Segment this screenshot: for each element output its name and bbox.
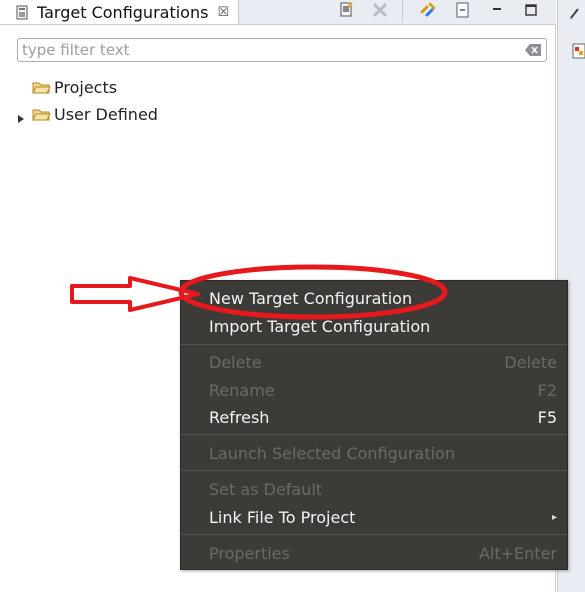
view-tab-bar: Target Configurations ☒ — [0, 0, 556, 25]
menu-item-refresh[interactable]: Refresh F5 — [181, 405, 567, 429]
toolbar-separator — [402, 0, 403, 22]
tree-item-label: Projects — [54, 77, 118, 97]
menu-separator — [181, 344, 567, 345]
trim-pencil-icon[interactable] — [568, 6, 582, 26]
menu-item-launch-selected-configuration[interactable]: Launch Selected Configuration — [181, 441, 567, 465]
menu-item-link-file-to-project[interactable]: Link File To Project ▸ — [181, 505, 567, 529]
menu-item-label: New Target Configuration — [209, 288, 413, 308]
tree-item-user-defined[interactable]: User Defined — [16, 103, 158, 125]
menu-item-rename[interactable]: Rename F2 — [181, 378, 567, 402]
menu-item-label: Set as Default — [209, 479, 323, 499]
context-menu: New Target Configuration Import Target C… — [180, 280, 568, 570]
menu-item-import-target-configuration[interactable]: Import Target Configuration — [181, 314, 567, 338]
filter-box — [17, 38, 547, 62]
menu-item-new-target-configuration[interactable]: New Target Configuration — [181, 286, 567, 310]
menu-separator — [181, 534, 567, 535]
menu-item-label: Delete — [209, 352, 262, 372]
menu-item-label: Launch Selected Configuration — [209, 443, 455, 463]
minimize-icon[interactable] — [487, 0, 507, 20]
menu-item-accelerator: Delete — [504, 352, 557, 372]
filter-input[interactable] — [22, 41, 512, 59]
maximize-icon[interactable] — [521, 0, 541, 20]
menu-item-accelerator: F5 — [537, 407, 557, 427]
menu-item-properties[interactable]: Properties Alt+Enter — [181, 541, 567, 565]
target-config-icon — [15, 5, 29, 20]
menu-item-accelerator: F2 — [537, 380, 557, 400]
folder-icon — [32, 80, 51, 95]
folder-icon — [32, 107, 51, 122]
menu-item-set-as-default[interactable]: Set as Default — [181, 477, 567, 501]
tree-item-projects[interactable]: Projects — [16, 76, 117, 98]
menu-item-label: Link File To Project — [209, 507, 356, 527]
menu-separator — [181, 434, 567, 435]
clear-filter-icon[interactable] — [524, 42, 542, 58]
expand-arrow-icon[interactable] — [16, 109, 26, 123]
menu-item-label: Import Target Configuration — [209, 316, 431, 336]
menu-item-label: Properties — [209, 543, 290, 563]
link-editor-icon[interactable] — [418, 0, 438, 20]
twisty-empty — [16, 82, 26, 92]
view-title: Target Configurations — [37, 2, 209, 22]
menu-item-accelerator: Alt+Enter — [478, 543, 557, 563]
new-config-icon[interactable] — [337, 0, 357, 20]
collapse-all-icon[interactable] — [453, 0, 473, 20]
menu-separator — [181, 470, 567, 471]
tree-item-label: User Defined — [54, 104, 158, 124]
menu-item-label: Rename — [209, 380, 275, 400]
trim-view-icon[interactable] — [572, 42, 585, 64]
tab-target-configurations[interactable]: Target Configurations ☒ — [0, 0, 239, 24]
close-icon[interactable]: ☒ — [217, 6, 229, 19]
submenu-arrow-icon: ▸ — [551, 511, 557, 523]
menu-item-delete[interactable]: Delete Delete — [181, 350, 567, 374]
remove-icon[interactable] — [370, 0, 390, 20]
menu-item-label: Refresh — [209, 407, 270, 427]
